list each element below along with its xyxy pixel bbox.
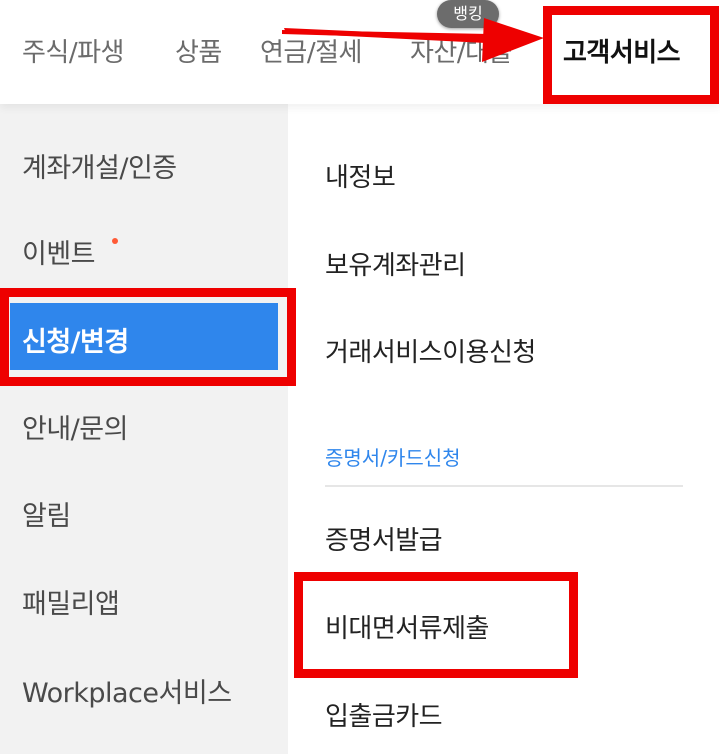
sidebar: 계좌개설/인증 이벤트 신청/변경 안내/문의 알림 패밀리앱 Workplac… bbox=[0, 104, 288, 754]
highlight-box-document-submit bbox=[294, 572, 578, 678]
menu-item-certificate-issue[interactable]: 증명서발급 bbox=[325, 520, 443, 557]
new-dot-icon bbox=[112, 238, 118, 244]
sidebar-item-notifications[interactable]: 알림 bbox=[22, 494, 71, 533]
sidebar-item-events[interactable]: 이벤트 bbox=[22, 232, 96, 271]
highlight-box-apply-change bbox=[0, 288, 296, 386]
section-divider bbox=[325, 485, 683, 487]
sidebar-item-family-app[interactable]: 패밀리앱 bbox=[22, 582, 120, 621]
sidebar-item-account-opening[interactable]: 계좌개설/인증 bbox=[22, 146, 177, 185]
sidebar-item-workplace[interactable]: Workplace서비스 bbox=[22, 671, 232, 710]
sidebar-item-guide-inquiry[interactable]: 안내/문의 bbox=[22, 407, 128, 446]
menu-item-account-management[interactable]: 보유계좌관리 bbox=[325, 245, 466, 282]
red-arrow-annotation bbox=[282, 18, 544, 62]
menu-item-trade-service-apply[interactable]: 거래서비스이용신청 bbox=[325, 332, 536, 369]
section-title-certificates: 증명서/카드신청 bbox=[325, 446, 461, 470]
menu-item-debit-card[interactable]: 입출금카드 bbox=[325, 696, 443, 733]
menu-item-my-info[interactable]: 내정보 bbox=[325, 157, 396, 194]
